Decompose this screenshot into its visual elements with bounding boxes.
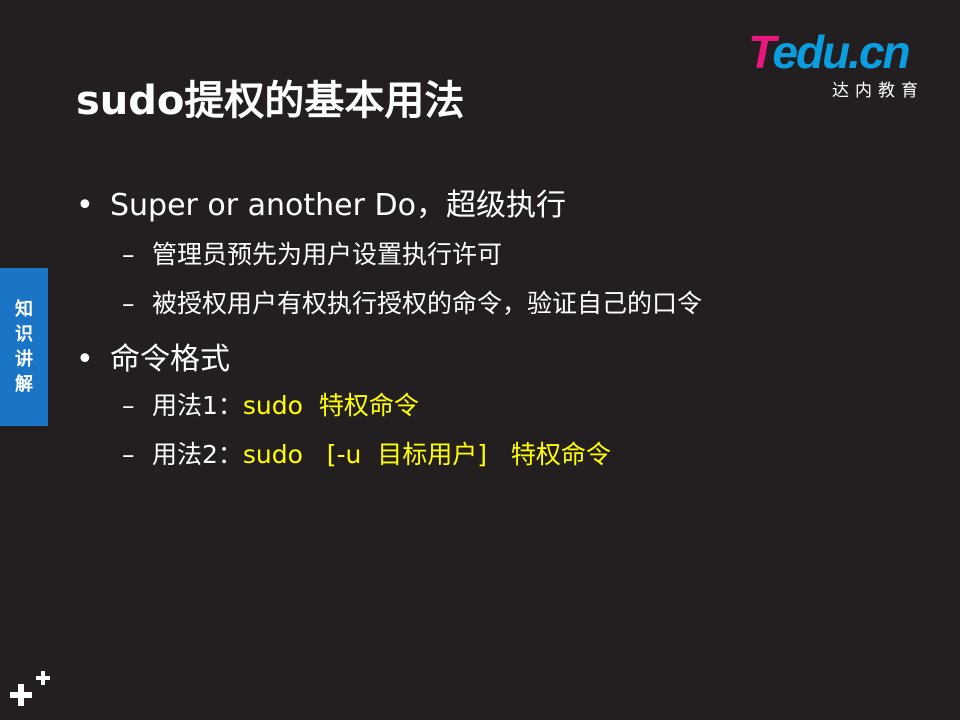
sub-bullet-item: – 被授权用户有权执行授权的命令，验证自己的口令 <box>122 284 702 320</box>
sub-bullet-text: 管理员预先为用户设置执行许可 <box>152 240 503 269</box>
bullet-item: • Super or another Do，超级执行 <box>76 180 566 224</box>
bullet-text: 命令格式 <box>110 342 230 377</box>
sub-bullet-item: – 用法2：sudo [-u 目标用户] 特权命令 <box>122 435 611 471</box>
dash-icon: – <box>122 391 135 420</box>
command-syntax: sudo 特权命令 <box>242 391 419 420</box>
slide: sudo提权的基本用法 Tedu.cn 达内教育 知 识 讲 解 • Super … <box>0 0 960 720</box>
bullet-list: • Super or another Do，超级执行 – 管理员预先为用户设置执行许… <box>0 0 960 720</box>
plus-icon <box>10 671 50 706</box>
usage-label: 用法2： <box>152 440 243 469</box>
sub-bullet-item: – 用法1：sudo 特权命令 <box>122 386 419 422</box>
bullet-item: • 命令格式 <box>76 334 230 378</box>
bullet-icon: • <box>76 188 94 223</box>
usage-label: 用法1： <box>152 391 243 420</box>
dash-icon: – <box>122 440 135 469</box>
sub-bullet-text: 被授权用户有权执行授权的命令，验证自己的口令 <box>152 289 703 318</box>
command-syntax: sudo [-u 目标用户] 特权命令 <box>242 440 611 469</box>
dash-icon: – <box>122 240 135 269</box>
bullet-text: Super or another Do，超级执行 <box>110 188 566 223</box>
dash-icon: – <box>122 289 135 318</box>
sub-bullet-item: – 管理员预先为用户设置执行许可 <box>122 235 502 271</box>
bullet-icon: • <box>76 342 94 377</box>
